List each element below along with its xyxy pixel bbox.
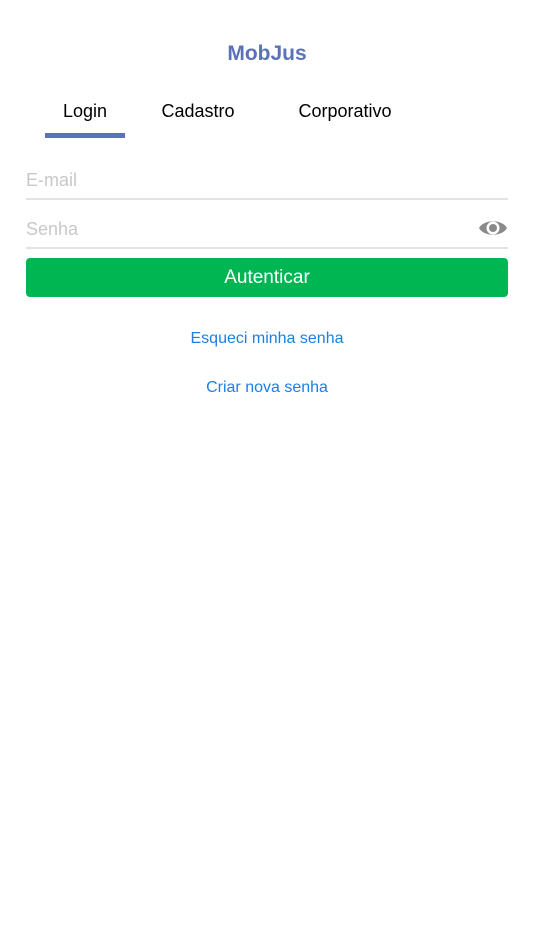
password-input[interactable] [26, 215, 466, 243]
app-title: MobJus [227, 42, 307, 65]
email-field [26, 160, 508, 200]
tab-corporativo[interactable]: Corporativo [285, 96, 405, 140]
password-field [26, 209, 508, 249]
create-password-link[interactable]: Criar nova senha [0, 379, 534, 397]
tab-cadastro[interactable]: Cadastro [148, 96, 248, 140]
forgot-password-link[interactable]: Esqueci minha senha [0, 330, 534, 348]
login-screen: MobJus Login Cadastro Corporativo Autent… [0, 0, 534, 950]
active-tab-indicator [45, 133, 125, 138]
authenticate-button[interactable]: Autenticar [26, 258, 508, 297]
tab-bar: Login Cadastro Corporativo [0, 96, 534, 140]
eye-icon[interactable] [478, 217, 508, 239]
email-input[interactable] [26, 166, 466, 194]
